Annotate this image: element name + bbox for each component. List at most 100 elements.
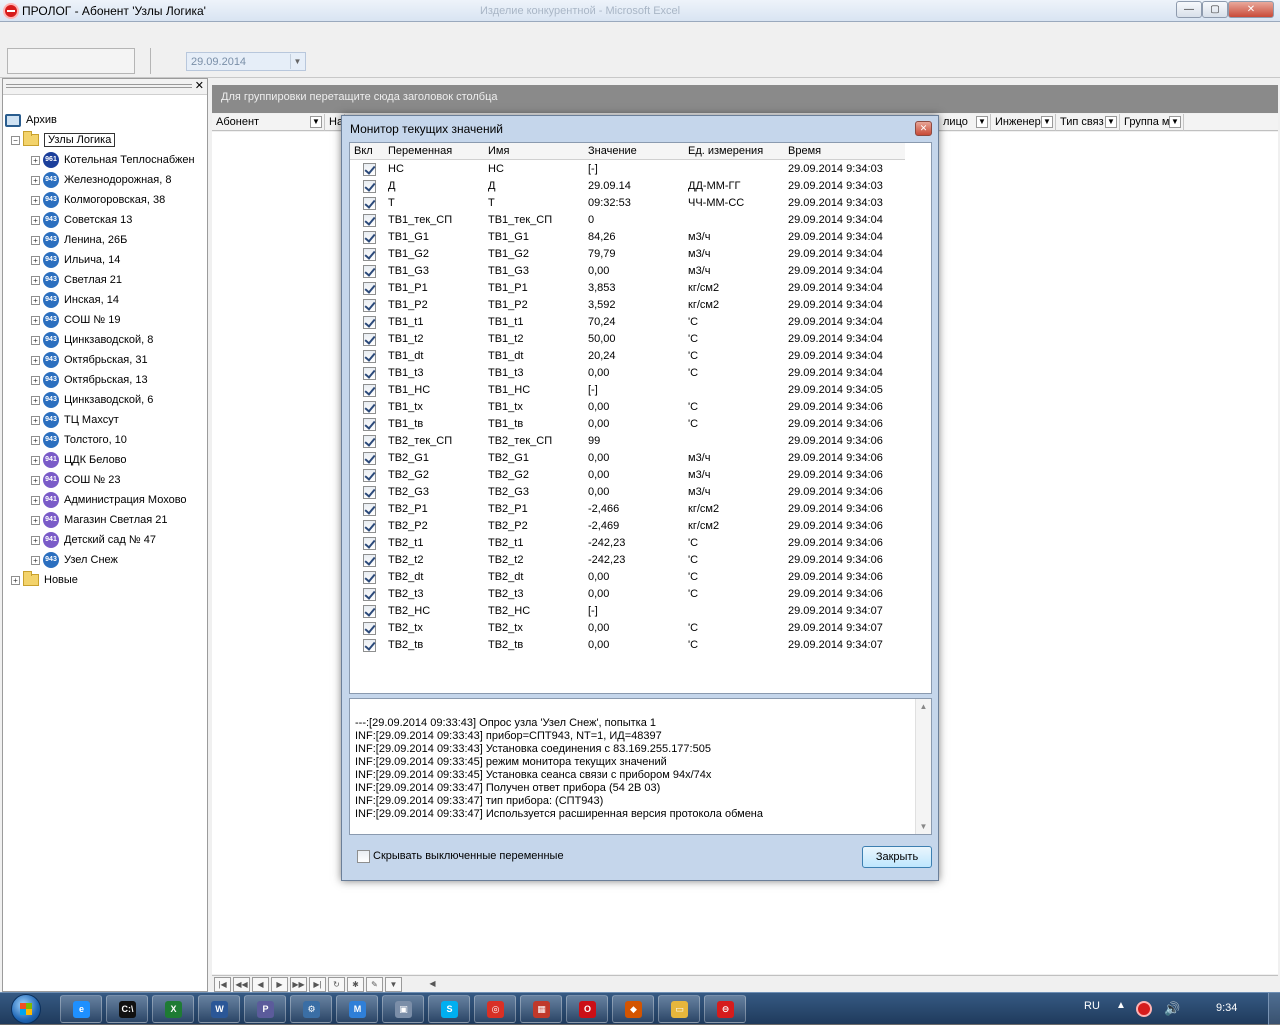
refresh-icon[interactable]: ↻ <box>328 977 345 992</box>
enabled-checkbox[interactable] <box>363 197 376 210</box>
variable-row[interactable]: НС НС [-] 29.09.2014 9:34:03 <box>350 161 910 178</box>
expand-icon[interactable]: + <box>31 375 40 385</box>
tree-item-node[interactable]: +943 Толстого, 10 <box>31 430 127 450</box>
prolog-tray-icon[interactable] <box>1136 1001 1152 1017</box>
enabled-checkbox[interactable] <box>363 163 376 176</box>
taskbar-app-button[interactable]: O <box>566 995 608 1023</box>
column-header-person[interactable]: лицо ▼ <box>939 114 991 131</box>
start-button[interactable] <box>5 993 47 1025</box>
expand-icon[interactable]: + <box>31 515 40 525</box>
expand-icon[interactable]: + <box>31 475 40 485</box>
enabled-checkbox[interactable] <box>363 367 376 380</box>
minimize-button[interactable]: — <box>1176 1 1202 18</box>
expand-icon[interactable]: + <box>31 195 40 205</box>
close-button[interactable]: Закрыть <box>862 846 932 868</box>
language-indicator[interactable]: RU <box>1084 1000 1100 1012</box>
expand-icon[interactable]: + <box>31 255 40 265</box>
group-by-area[interactable]: Для группировки перетащите сюда заголово… <box>212 85 1278 113</box>
enabled-checkbox[interactable] <box>363 333 376 346</box>
variable-row[interactable]: Д Д 29.09.14 ДД-ММ-ГГ 29.09.2014 9:34:03 <box>350 178 910 195</box>
taskbar-app-button[interactable]: ⊖ <box>704 995 746 1023</box>
tree-item-node[interactable]: +941 Магазин Светлая 21 <box>31 510 168 530</box>
variable-row[interactable]: ТВ1_G3 ТВ1_G3 0,00 м3/ч 29.09.2014 9:34:04 <box>350 263 910 280</box>
variable-row[interactable]: ТВ1_тек_СП ТВ1_тек_СП 0 29.09.2014 9:34:04 <box>350 212 910 229</box>
tree-item-node[interactable]: +943 Октябрьская, 31 <box>31 350 148 370</box>
last-page-icon[interactable]: ▶| <box>309 977 326 992</box>
tree-item-node[interactable]: +943 Железнодорожная, 8 <box>31 170 171 190</box>
enabled-checkbox[interactable] <box>363 248 376 261</box>
tree-item-node[interactable]: +943 Светлая 21 <box>31 270 122 290</box>
log-area[interactable]: ---:[29.09.2014 09:33:43] Опрос узла 'Уз… <box>349 698 932 835</box>
taskbar-app-button[interactable]: ▣ <box>382 995 424 1023</box>
edit-icon[interactable]: ✎ <box>366 977 383 992</box>
enabled-checkbox[interactable] <box>363 588 376 601</box>
taskbar-app-button[interactable]: ◎ <box>474 995 516 1023</box>
enabled-checkbox[interactable] <box>363 605 376 618</box>
volume-icon[interactable]: 🔊 <box>1164 1001 1180 1017</box>
insert-icon[interactable]: ✱ <box>347 977 364 992</box>
chevron-down-icon[interactable]: ▼ <box>1105 116 1117 128</box>
tree-item-archive[interactable]: Архив <box>5 110 57 130</box>
taskbar-app-button[interactable]: X <box>152 995 194 1023</box>
variable-row[interactable]: ТВ1_t3 ТВ1_t3 0,00 'С 29.09.2014 9:34:04 <box>350 365 910 382</box>
header-name[interactable]: Имя <box>488 145 509 157</box>
column-header-abonent[interactable]: Абонент ▼ <box>212 114 325 131</box>
header-enabled[interactable]: Вкл <box>354 145 373 157</box>
variable-row[interactable]: ТВ1_P1 ТВ1_P1 3,853 кг/см2 29.09.2014 9:34:0… <box>350 280 910 297</box>
enabled-checkbox[interactable] <box>363 299 376 312</box>
taskbar-app-button[interactable]: ▦ <box>520 995 562 1023</box>
tree-item-node[interactable]: +941 Администрация Мохово <box>31 490 187 510</box>
taskbar-app-button[interactable]: ▭ <box>658 995 700 1023</box>
header-value[interactable]: Значение <box>588 145 637 157</box>
chevron-down-icon[interactable]: ▼ <box>310 116 322 128</box>
expand-icon[interactable]: + <box>11 575 20 585</box>
enabled-checkbox[interactable] <box>363 452 376 465</box>
maximize-button[interactable]: ▢ <box>1202 1 1228 18</box>
expand-icon[interactable]: + <box>31 275 40 285</box>
enabled-checkbox[interactable] <box>363 316 376 329</box>
scroll-up-icon[interactable]: ▲ <box>916 699 931 714</box>
tree-item-node[interactable]: +943 ТЦ Махсут <box>31 410 119 430</box>
variable-row[interactable]: ТВ2_t3 ТВ2_t3 0,00 'С 29.09.2014 9:34:06 <box>350 586 910 603</box>
enabled-checkbox[interactable] <box>363 265 376 278</box>
column-header-engineer[interactable]: Инженер ▼ <box>991 114 1056 131</box>
expand-icon[interactable]: + <box>31 395 40 405</box>
chevron-down-icon[interactable]: ▼ <box>1169 116 1181 128</box>
expand-icon[interactable]: + <box>31 295 40 305</box>
enabled-checkbox[interactable] <box>363 639 376 652</box>
scroll-left-icon[interactable]: ◀ <box>424 977 441 992</box>
variable-row[interactable]: ТВ2_G3 ТВ2_G3 0,00 м3/ч 29.09.2014 9:34:06 <box>350 484 910 501</box>
taskbar-app-button[interactable]: C:\ <box>106 995 148 1023</box>
tree-item-node[interactable]: +943 СОШ № 19 <box>31 310 121 330</box>
variable-row[interactable]: ТВ2_tв ТВ2_tв 0,00 'С 29.09.2014 9:34:07 <box>350 637 910 654</box>
variable-row[interactable]: ТВ1_P2 ТВ1_P2 3,592 кг/см2 29.09.2014 9:34:0… <box>350 297 910 314</box>
expand-icon[interactable]: + <box>31 435 40 445</box>
variable-row[interactable]: ТВ2_t1 ТВ2_t1 -242,23 'С 29.09.2014 9:34:06 <box>350 535 910 552</box>
enabled-checkbox[interactable] <box>363 384 376 397</box>
first-page-icon[interactable]: |◀ <box>214 977 231 992</box>
variable-row[interactable]: ТВ2_НС ТВ2_НС [-] 29.09.2014 9:34:07 <box>350 603 910 620</box>
enabled-checkbox[interactable] <box>363 350 376 363</box>
chevron-down-icon[interactable]: ▼ <box>976 116 988 128</box>
enabled-checkbox[interactable] <box>363 282 376 295</box>
expand-icon[interactable]: + <box>31 415 40 425</box>
enabled-checkbox[interactable] <box>363 435 376 448</box>
scroll-down-icon[interactable]: ▼ <box>916 819 931 834</box>
expand-icon[interactable]: + <box>31 495 40 505</box>
next-record-icon[interactable]: ▶ <box>271 977 288 992</box>
enabled-checkbox[interactable] <box>363 469 376 482</box>
expand-icon[interactable]: + <box>31 355 40 365</box>
chevron-down-icon[interactable]: ▼ <box>290 54 304 69</box>
enabled-checkbox[interactable] <box>363 622 376 635</box>
expand-icon[interactable]: + <box>31 555 40 565</box>
variable-row[interactable]: ТВ2_dt ТВ2_dt 0,00 'С 29.09.2014 9:34:06 <box>350 569 910 586</box>
prev-page-icon[interactable]: ◀◀ <box>233 977 250 992</box>
expand-icon[interactable]: + <box>31 175 40 185</box>
variable-row[interactable]: ТВ1_G2 ТВ1_G2 79,79 м3/ч 29.09.2014 9:34:04 <box>350 246 910 263</box>
header-variable[interactable]: Переменная <box>388 145 452 157</box>
variable-row[interactable]: ТВ2_P2 ТВ2_P2 -2,469 кг/см2 29.09.2014 9:34:… <box>350 518 910 535</box>
variable-row[interactable]: Т Т 09:32:53 ЧЧ-ММ-СС 29.09.2014 9:34:03 <box>350 195 910 212</box>
tree-item-node[interactable]: +943 Колмогоровская, 38 <box>31 190 165 210</box>
enabled-checkbox[interactable] <box>363 418 376 431</box>
taskbar-app-button[interactable]: ⚙ <box>290 995 332 1023</box>
